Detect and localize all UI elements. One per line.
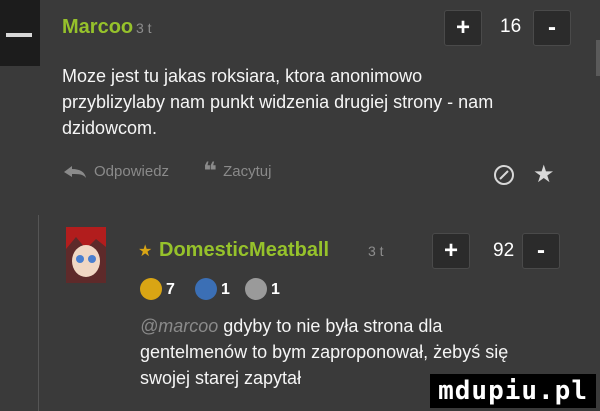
vote-score: 16: [500, 16, 522, 37]
avatar[interactable]: [0, 0, 40, 66]
avatar[interactable]: [66, 227, 106, 283]
thread-line: [38, 215, 39, 411]
mention-link[interactable]: @marcoo: [140, 316, 218, 336]
reply-arrow-icon: [64, 165, 86, 178]
scrollbar[interactable]: [596, 40, 600, 76]
watermark: mdupiu.pl: [430, 374, 596, 408]
badge-count: 1: [271, 281, 280, 298]
comment-line: @marcoo gdyby to nie była strona dla: [140, 313, 580, 339]
downvote-button[interactable]: -: [522, 233, 560, 269]
comment-line: Moze jest tu jakas roksiara, ktora anoni…: [62, 66, 423, 86]
favorite-star-icon[interactable]: ★: [533, 160, 555, 189]
badge-count: 7: [166, 281, 175, 298]
comment-time: 3 t: [368, 243, 384, 259]
smile-badge-icon: [140, 278, 162, 300]
username-link[interactable]: Marcoo: [62, 16, 133, 39]
grey-badge-icon: [245, 278, 267, 300]
comment-line: przyblizylaby nam punkt widzenia drugiej…: [62, 92, 494, 112]
badge-count: 1: [221, 281, 230, 298]
reply-label: Odpowiedz: [94, 163, 170, 180]
comment-line: gentelmenów to bym zaproponował, żebyś s…: [140, 342, 509, 362]
comment-line: dzidowcom.: [62, 118, 158, 138]
quote-icon: ❝: [203, 157, 218, 185]
upvote-button[interactable]: +: [444, 10, 482, 46]
quote-label: Zacytuj: [223, 163, 272, 180]
vote-score: 92: [493, 240, 515, 261]
blue-badge-icon: [195, 278, 217, 300]
report-icon[interactable]: [493, 164, 519, 186]
comment-text: Moze jest tu jakas roksiara, ktora anoni…: [62, 63, 582, 141]
username-link[interactable]: DomesticMeatball: [159, 239, 329, 262]
downvote-button[interactable]: -: [533, 10, 571, 46]
upvote-button[interactable]: +: [432, 233, 470, 269]
star-icon: ★: [138, 243, 153, 260]
comment-time: 3 t: [136, 20, 152, 36]
comment-line-text: gdyby to nie była strona dla: [218, 316, 443, 336]
reply-button[interactable]: Odpowiedz: [62, 163, 169, 180]
quote-button[interactable]: ❝ Zacytuj: [203, 157, 272, 185]
